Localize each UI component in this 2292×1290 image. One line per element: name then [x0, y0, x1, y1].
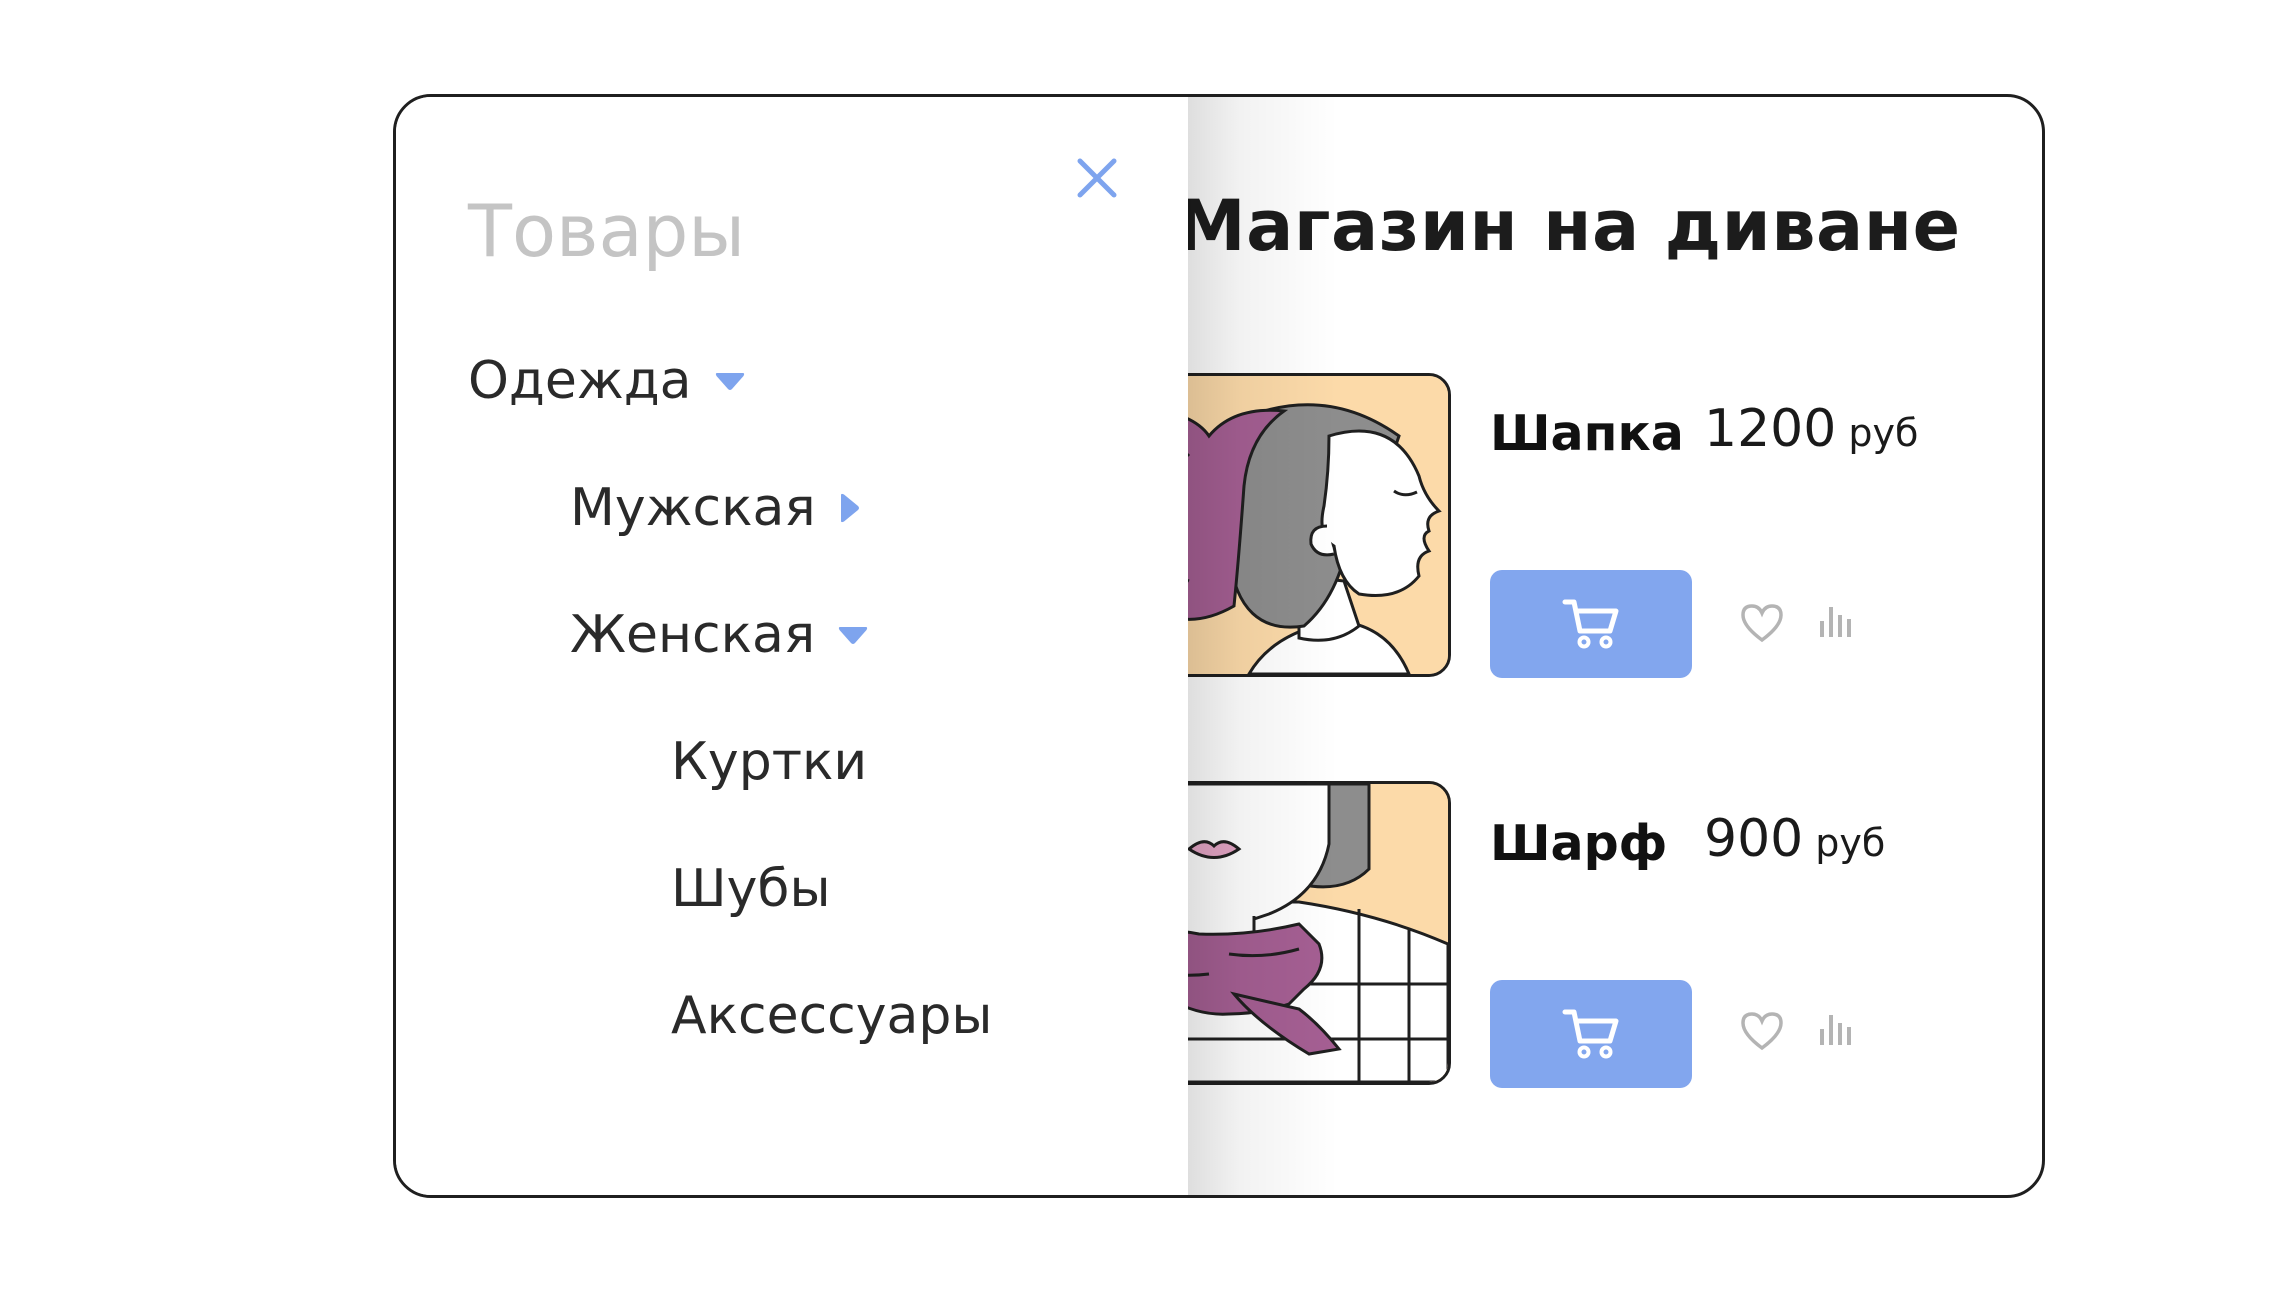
- product-name[interactable]: Шарф: [1490, 815, 1667, 872]
- menu-item-label: Одежда: [468, 351, 692, 411]
- heart-icon[interactable]: [1739, 602, 1785, 644]
- menu-item-label: Аксессуары: [671, 986, 993, 1046]
- product-price: 1200 руб: [1704, 399, 1918, 459]
- heart-icon[interactable]: [1739, 1010, 1785, 1052]
- drawer-title: Товары: [468, 189, 746, 273]
- category-drawer: Товары Одежда Мужская Женская Куртки Шуб…: [396, 97, 1188, 1195]
- menu-item-accessories[interactable]: Аксессуары: [671, 986, 992, 1046]
- price-currency: руб: [1848, 411, 1919, 455]
- price-value: 1200: [1704, 399, 1837, 459]
- menu-item-men[interactable]: Мужская: [570, 478, 862, 538]
- triangle-down-icon: [715, 373, 744, 390]
- product-price: 900 руб: [1704, 809, 1885, 869]
- cart-icon: [1562, 1009, 1619, 1059]
- menu-item-label: Шубы: [671, 859, 831, 919]
- app-window: Магазин на диване Шапка 1200 руб Шарф 90…: [393, 94, 2045, 1198]
- menu-item-fur-coats[interactable]: Шубы: [671, 859, 831, 919]
- menu-item-label: Куртки: [671, 732, 868, 792]
- cart-icon: [1562, 599, 1619, 649]
- compare-chart-icon[interactable]: [1818, 1013, 1854, 1047]
- compare-chart-icon[interactable]: [1818, 605, 1854, 639]
- triangle-down-icon: [839, 627, 868, 644]
- price-value: 900: [1704, 809, 1804, 869]
- page-title: Магазин на диване: [1176, 185, 1961, 267]
- triangle-right-icon: [840, 493, 859, 523]
- menu-item-label: Женская: [570, 605, 816, 665]
- close-icon[interactable]: [1072, 153, 1122, 203]
- menu-item-label: Мужская: [570, 478, 816, 538]
- add-to-cart-button[interactable]: [1490, 570, 1692, 678]
- menu-item-jackets[interactable]: Куртки: [671, 732, 867, 792]
- menu-item-clothing[interactable]: Одежда: [468, 351, 746, 411]
- add-to-cart-button[interactable]: [1490, 980, 1692, 1088]
- menu-item-women[interactable]: Женская: [570, 605, 869, 665]
- price-currency: руб: [1815, 821, 1886, 865]
- product-name[interactable]: Шапка: [1490, 405, 1684, 462]
